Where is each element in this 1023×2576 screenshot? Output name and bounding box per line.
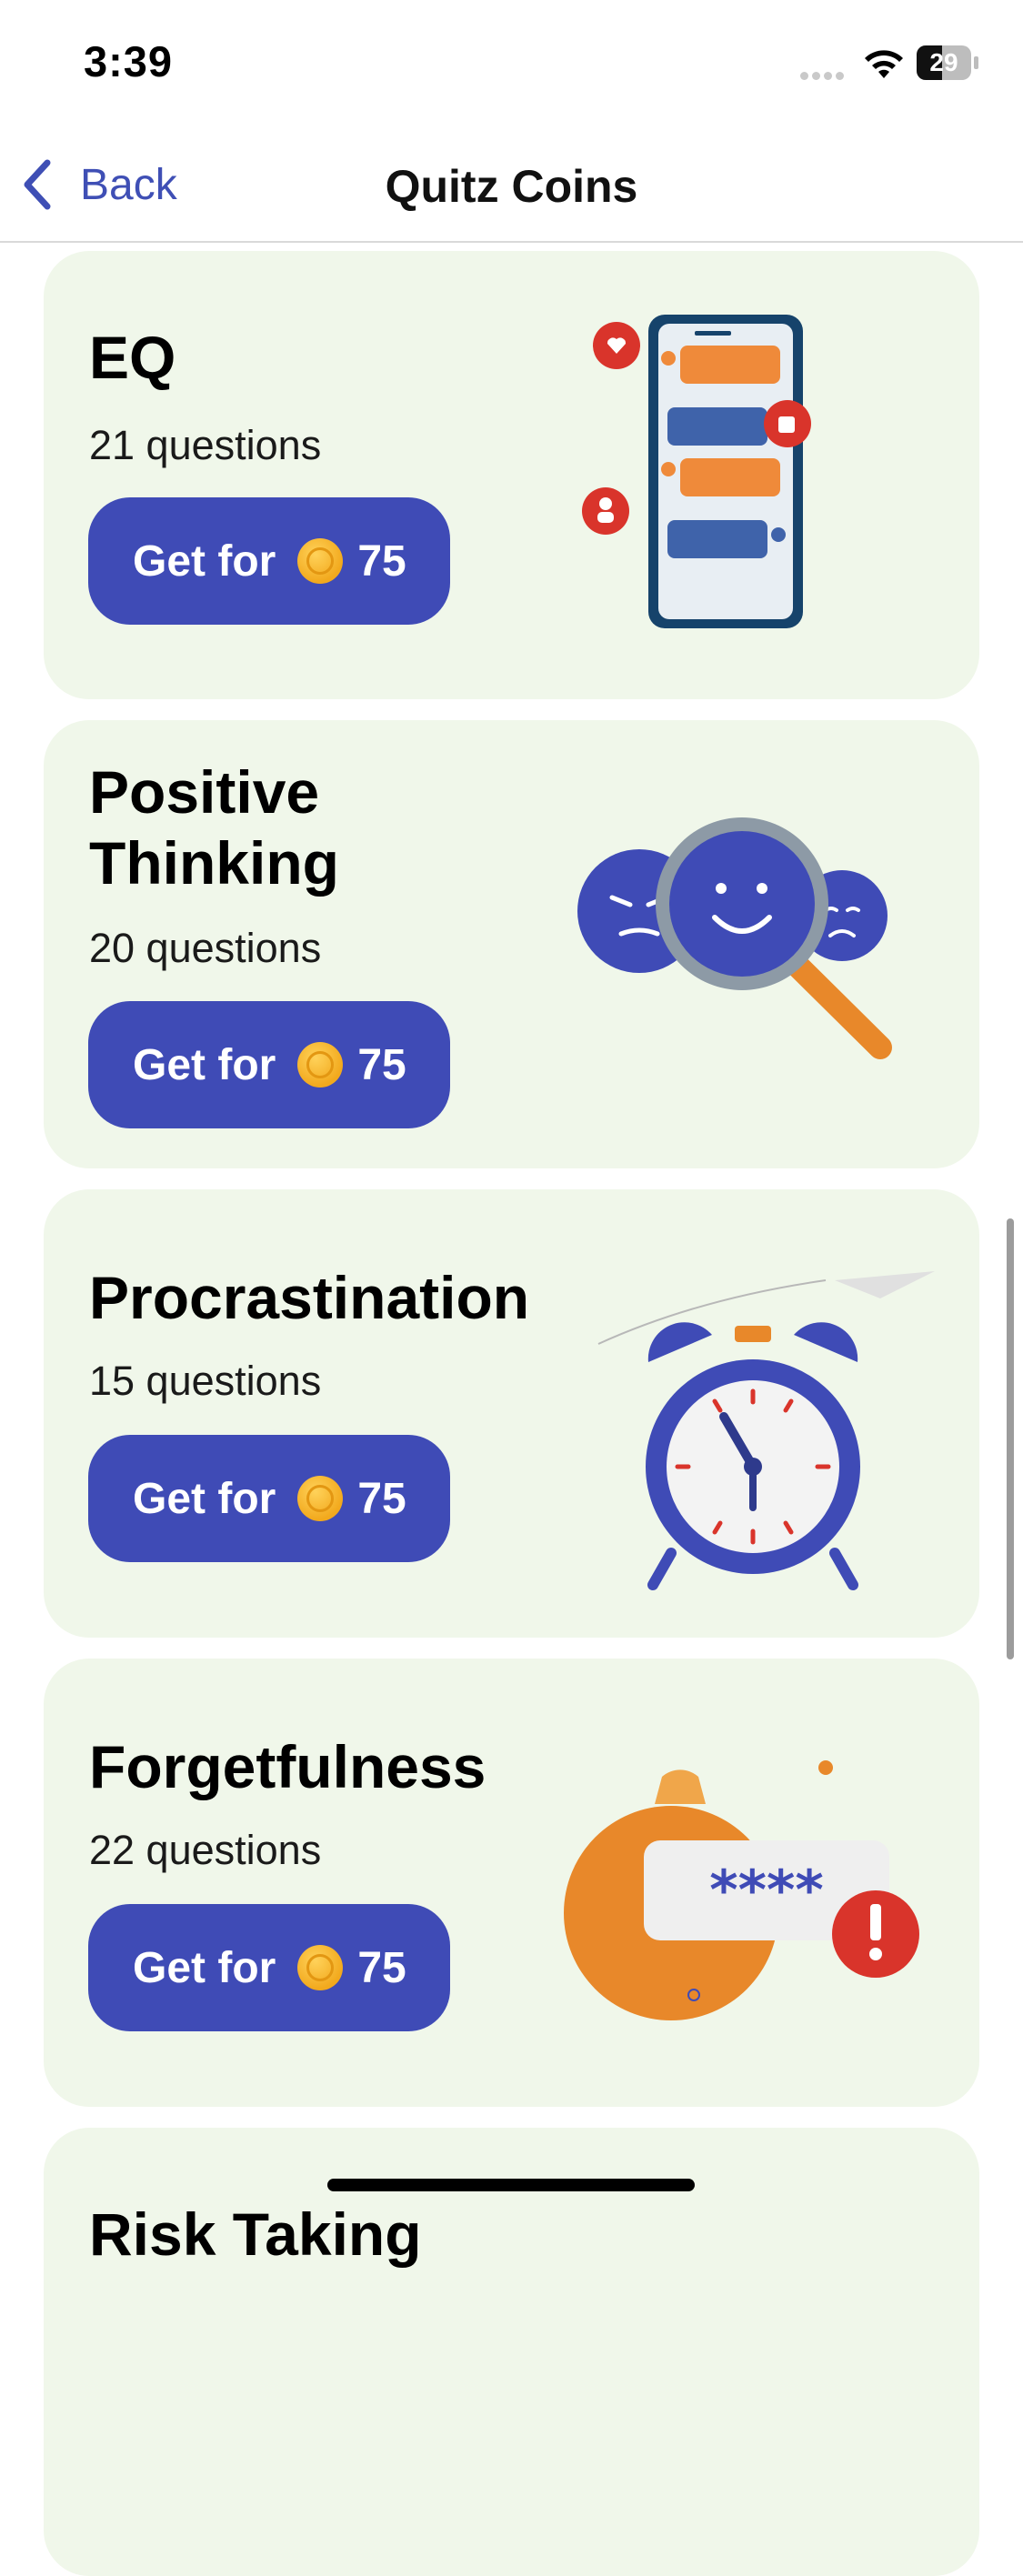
get-for-button[interactable]: Get for 75 [88, 497, 450, 625]
quiz-card-procrastination: Procrastination 15 questions Get for 75 [44, 1189, 979, 1638]
price: 75 [357, 1474, 406, 1523]
price: 75 [357, 536, 406, 586]
quiz-card-eq: EQ 21 questions Get for 75 [44, 251, 979, 699]
get-for-label: Get for [133, 536, 276, 586]
question-count: 20 questions [89, 925, 322, 971]
get-for-button[interactable]: Get for 75 [88, 1435, 450, 1562]
card-title: Procrastination [89, 1264, 530, 1331]
question-count: 15 questions [89, 1358, 322, 1404]
coin-icon [297, 1042, 344, 1088]
question-count: 22 questions [89, 1827, 322, 1873]
coin-icon [297, 1945, 344, 1990]
quiz-card-forgetfulness: Forgetfulness 22 questions Get for 75 **… [44, 1659, 979, 2107]
get-for-label: Get for [133, 1040, 276, 1089]
get-for-button[interactable]: Get for 75 [88, 1001, 450, 1128]
price: 75 [357, 1943, 406, 1992]
status-bar: 3:39 29 [0, 0, 1023, 127]
get-for-button[interactable]: Get for 75 [88, 1904, 450, 2031]
svg-text:****: **** [709, 1859, 824, 1922]
quiz-card-risk-taking: Risk Taking [44, 2128, 979, 2576]
card-title-line-1: Positive [89, 758, 320, 826]
question-count: 21 questions [89, 422, 322, 468]
chat-phone-icon [582, 315, 811, 628]
status-time: 3:39 [84, 37, 174, 85]
battery-level: 29 [929, 48, 958, 76]
battery-icon: 29 [917, 45, 980, 80]
card-title: Risk Taking [89, 2200, 422, 2268]
navigation-bar: Back Quitz Coins [0, 127, 1023, 243]
card-title-line-2: Thinking [89, 829, 339, 897]
alarm-clock-icon [597, 1271, 935, 1590]
get-for-label: Get for [133, 1943, 276, 1992]
card-title: Forgetfulness [89, 1733, 486, 1800]
price: 75 [357, 1040, 406, 1089]
password-alert-icon: **** [564, 1760, 919, 2020]
wifi-icon [865, 50, 903, 78]
get-for-label: Get for [133, 1474, 276, 1523]
coin-icon [297, 1476, 344, 1521]
page-title: Quitz Coins [385, 161, 638, 212]
coin-icon [297, 538, 344, 584]
scrollbar[interactable] [1007, 1218, 1014, 1659]
card-title: EQ [89, 324, 176, 391]
cellular-signal-icon [800, 68, 851, 80]
magnifier-faces-icon [577, 817, 892, 1059]
quiz-card-positive-thinking: Positive Thinking 20 questions Get for 7… [44, 720, 979, 1168]
home-indicator[interactable] [327, 2179, 695, 2191]
